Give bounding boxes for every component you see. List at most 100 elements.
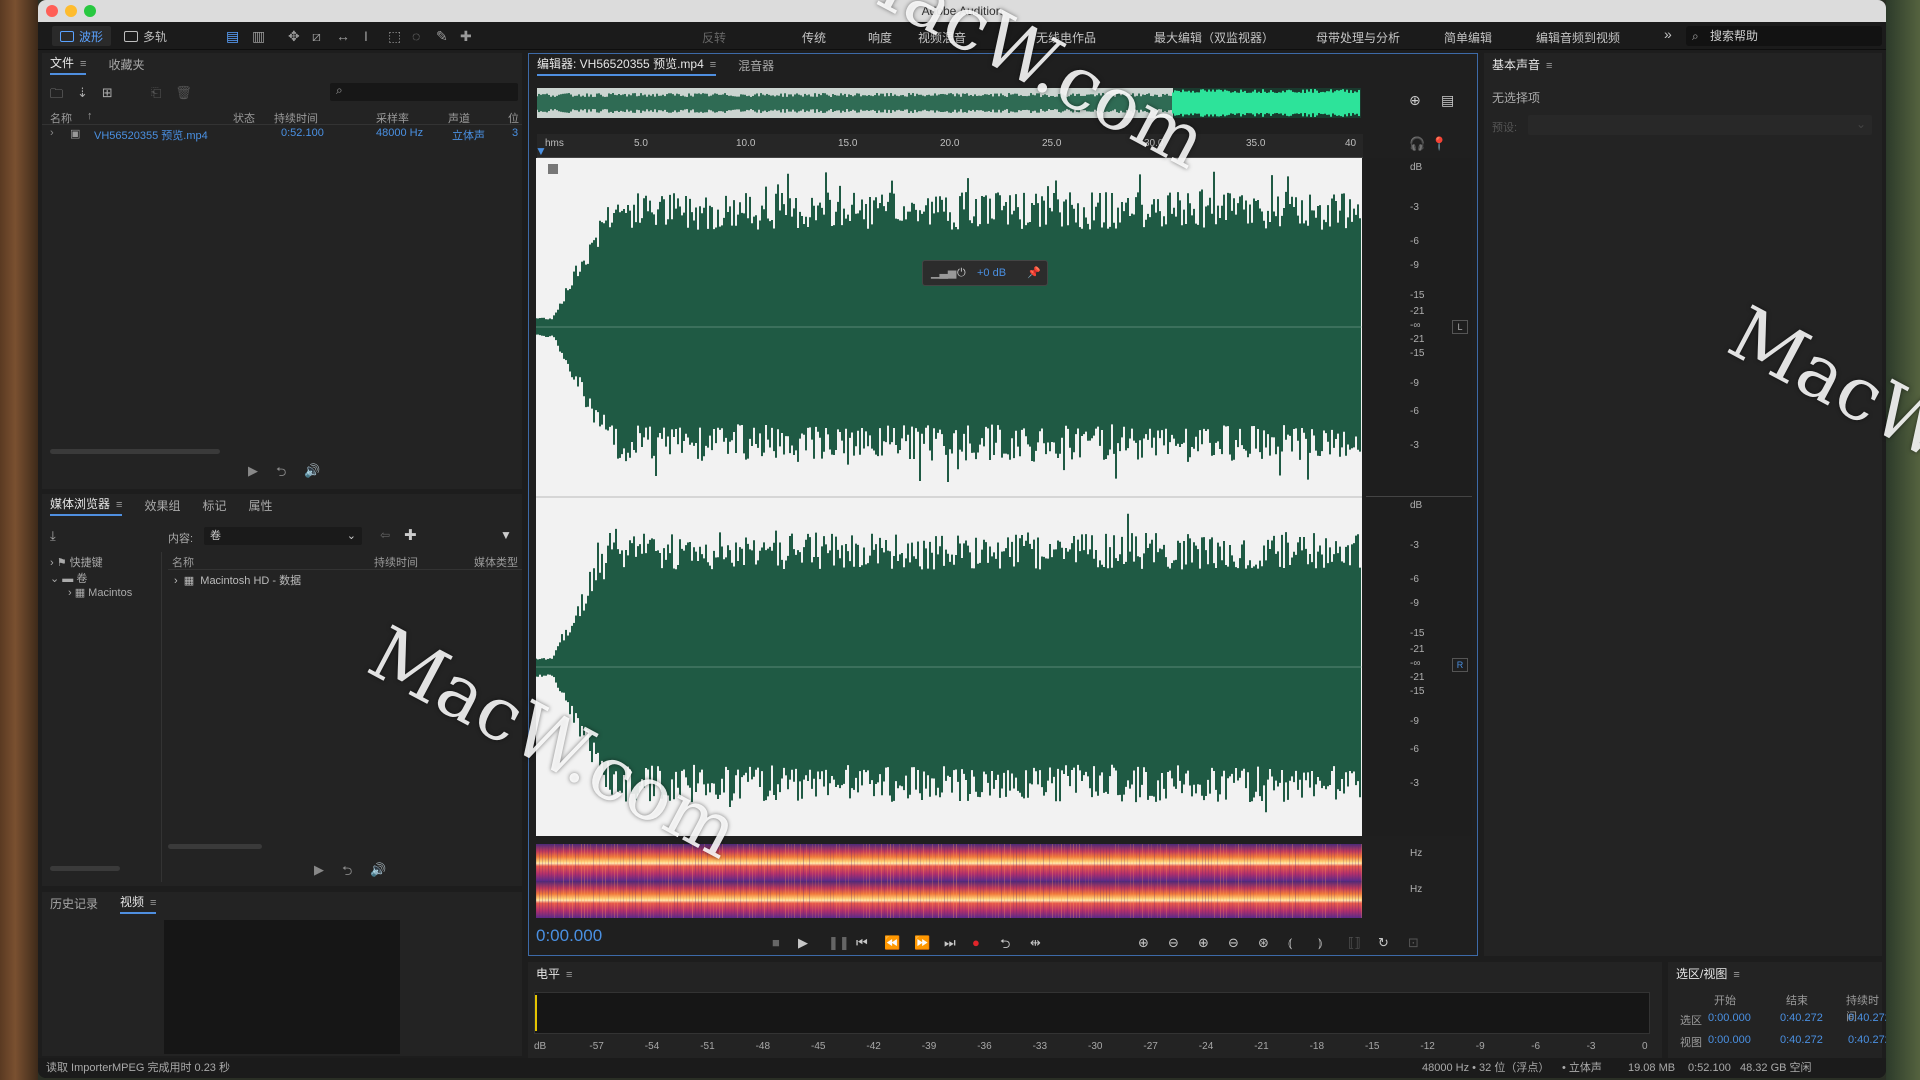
panel-options-icon[interactable]: ▤	[1441, 92, 1454, 109]
tab-mixer[interactable]: 混音器	[738, 57, 774, 74]
pin-icon[interactable]: 📌	[1027, 261, 1041, 285]
record-icon[interactable]: ●	[972, 935, 980, 950]
column-status[interactable]: 状态	[233, 110, 255, 126]
current-time-display[interactable]: 0:00.000	[536, 926, 602, 946]
stop-icon[interactable]: ■	[772, 935, 780, 950]
view-start[interactable]: 0:00.000	[1708, 1034, 1751, 1046]
channel-l-button[interactable]: L	[1452, 320, 1468, 334]
column-bits[interactable]: 位	[508, 110, 519, 126]
tab-favorites[interactable]: 收藏夹	[108, 56, 144, 73]
waveform-view-icon[interactable]: ▤	[226, 28, 239, 45]
panel-menu-icon[interactable]: ≡	[566, 969, 572, 981]
zoom-out-point-icon[interactable]: ⦆	[1318, 935, 1322, 951]
volume-hud[interactable]: ▁▃▅ ⏻ +0 dB 📌	[922, 260, 1048, 286]
headphones-icon[interactable]: 🎧	[1409, 136, 1425, 152]
selection-end[interactable]: 0:40.272	[1780, 1012, 1823, 1024]
brush-tool-icon[interactable]: ✎	[436, 28, 448, 45]
zoom-in-point-icon[interactable]: ⦅	[1288, 935, 1292, 951]
column-name[interactable]: 名称	[50, 110, 72, 126]
zoom-out-full-icon[interactable]: ⊛	[1258, 935, 1269, 951]
tab-media-browser[interactable]: 媒体浏览器 ≡	[50, 495, 123, 516]
preset-select[interactable]: ⌄	[1528, 115, 1872, 135]
selection-start[interactable]: 0:00.000	[1708, 1012, 1751, 1024]
play-icon[interactable]: ▶	[314, 862, 324, 884]
minimize-window-button[interactable]	[65, 5, 77, 17]
marquee-tool-icon[interactable]: ⬚	[388, 28, 401, 45]
tab-properties[interactable]: 属性	[248, 497, 272, 514]
healing-tool-icon[interactable]: ✚	[460, 28, 472, 45]
zoom-out-time-icon[interactable]: ⊖	[1228, 935, 1239, 951]
tab-video[interactable]: 视频 ≡	[120, 893, 157, 914]
fast-forward-icon[interactable]: ⏩	[914, 935, 930, 951]
more-workspaces-button[interactable]: »	[1664, 26, 1672, 42]
panel-menu-icon[interactable]: ≡	[116, 499, 122, 511]
insert-multitrack-icon[interactable]: ⎗	[151, 85, 161, 107]
view-end[interactable]: 0:40.272	[1780, 1034, 1823, 1046]
waveform-mode-button[interactable]: 波形	[52, 26, 112, 46]
skip-to-end-icon[interactable]: ⏭	[944, 935, 956, 951]
filter-icon[interactable]: ▼	[500, 528, 512, 542]
tab-basic-sound[interactable]: 基本声音 ≡	[1492, 56, 1552, 73]
overview-navigator[interactable]	[537, 88, 1361, 118]
play-icon[interactable]: ▶	[248, 463, 258, 485]
view-duration[interactable]: 0:40.272	[1848, 1034, 1886, 1046]
slip-tool-icon[interactable]: ↔	[336, 28, 350, 44]
pin-icon[interactable]: 📍	[1431, 136, 1447, 152]
horizontal-scrollbar[interactable]	[50, 866, 120, 871]
workspace-loudness[interactable]: 响度	[868, 29, 892, 46]
loop-icon[interactable]: ⮌	[342, 862, 352, 884]
spectral-display[interactable]	[536, 844, 1362, 918]
tree-item-macintosh[interactable]: › ▦ Macintos	[68, 586, 132, 599]
new-file-icon[interactable]: ⊞	[102, 85, 113, 107]
tab-history[interactable]: 历史记录	[50, 895, 98, 912]
tree-item-shortcuts[interactable]: › ⚑ 快捷键	[50, 554, 103, 570]
workspace-classic[interactable]: 传统	[802, 29, 826, 46]
pause-icon[interactable]: ❚❚	[828, 935, 850, 951]
search-help-field[interactable]: ⌕ 搜索帮助	[1686, 26, 1882, 46]
panel-menu-icon[interactable]: ≡	[80, 58, 86, 70]
panel-menu-icon[interactable]: ≡	[1546, 60, 1552, 72]
files-search-input[interactable]: ⌕	[330, 83, 518, 101]
tab-effects-rack[interactable]: 效果组	[144, 497, 180, 514]
column-channels[interactable]: 声道	[448, 110, 470, 126]
selection-duration[interactable]: 0:40.272	[1848, 1012, 1886, 1024]
tree-item-volumes[interactable]: ⌄ ▬ 卷	[50, 570, 87, 586]
column-media-type[interactable]: 媒体类型	[474, 554, 518, 570]
spectral-view-icon[interactable]: ▥	[252, 28, 265, 45]
skip-to-start-icon[interactable]: ⏮	[856, 935, 868, 951]
tab-selection-view[interactable]: 选区/视图 ≡	[1676, 965, 1740, 982]
lasso-tool-icon[interactable]: ◌	[412, 28, 420, 44]
tab-levels[interactable]: 电平 ≡	[536, 965, 572, 982]
workspace-simple-edit[interactable]: 简单编辑	[1444, 29, 1492, 46]
tab-markers[interactable]: 标记	[202, 497, 226, 514]
zoom-in-amplitude-icon[interactable]: ⊕	[1138, 935, 1149, 951]
playhead-marker-icon[interactable]: ▼	[535, 144, 547, 158]
multitrack-mode-button[interactable]: 多轨	[116, 26, 175, 46]
list-item[interactable]: › ▦ Macintosh HD - 数据	[174, 572, 301, 588]
column-duration[interactable]: 持续时间	[374, 554, 418, 570]
move-tool-icon[interactable]: ✥	[288, 28, 300, 45]
volume-icon[interactable]: 🔊	[304, 463, 320, 485]
column-duration[interactable]: 持续时间	[274, 110, 318, 126]
workspace-dual-monitor[interactable]: 最大编辑（双监视器）	[1154, 29, 1274, 46]
column-sample-rate[interactable]: 采样率	[376, 110, 409, 126]
panel-menu-icon[interactable]: ≡	[1733, 969, 1739, 981]
panel-menu-icon[interactable]: ≡	[710, 59, 716, 71]
skip-selection-icon[interactable]: ⇹	[1030, 935, 1041, 951]
workspace-mastering[interactable]: 母带处理与分析	[1316, 29, 1400, 46]
delete-file-icon[interactable]: 🗑	[175, 85, 192, 107]
import-icon[interactable]: ⤓	[50, 528, 56, 544]
play-icon[interactable]: ▶	[798, 935, 808, 951]
back-icon[interactable]: ⇦	[380, 528, 390, 542]
open-file-icon[interactable]: 🗀	[50, 85, 63, 107]
add-shortcut-icon[interactable]: ✚	[404, 526, 417, 544]
content-select[interactable]: 卷 ⌄	[204, 527, 362, 545]
razor-tool-icon[interactable]: ⧄	[312, 28, 321, 45]
zoom-in-time-icon[interactable]: ⊕	[1198, 935, 1209, 951]
tab-editor[interactable]: 编辑器: VH56520355 预览.mp4 ≡	[537, 55, 717, 76]
time-ruler[interactable]: hms 5.0 10.0 15.0 20.0 25.0 30.0 35.0 40	[537, 134, 1363, 158]
loop-icon[interactable]: ⮌	[276, 463, 286, 485]
workspace-reverse[interactable]: 反转	[702, 29, 726, 46]
channel-r-button[interactable]: R	[1452, 658, 1468, 672]
panel-menu-icon[interactable]: ≡	[150, 897, 156, 909]
